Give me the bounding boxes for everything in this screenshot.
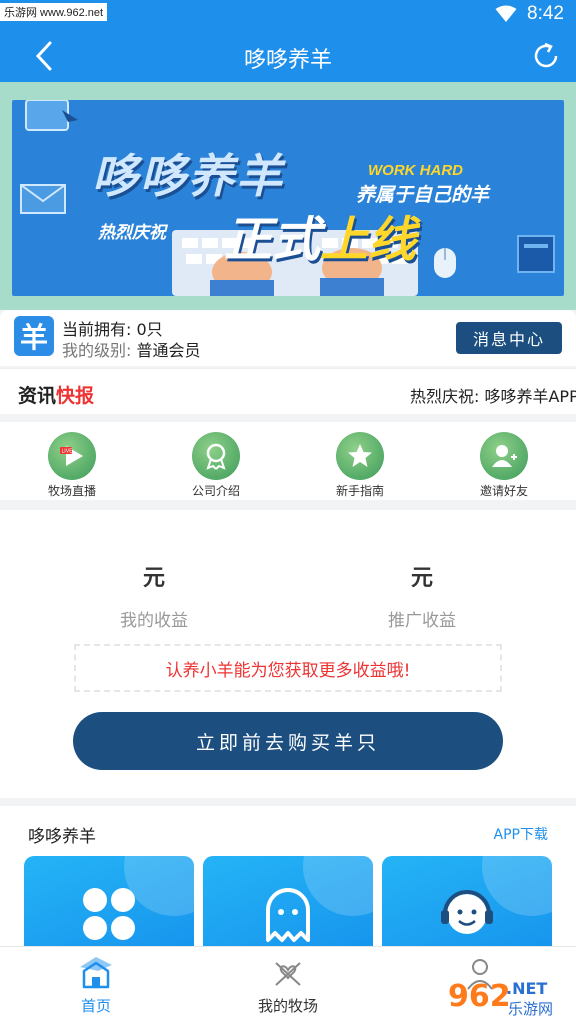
banner-online-b: 上线 bbox=[320, 212, 417, 268]
promo-banner[interactable]: 哆哆养羊 WORK HARD 养属于自己的羊 热烈庆祝 正式上线 bbox=[12, 100, 564, 296]
watermark-text: 乐游网 www.962.net bbox=[0, 3, 108, 21]
promo-earnings-label: 推广收益 bbox=[388, 611, 456, 631]
nav-my-ranch-label: 我的牧场 bbox=[257, 997, 318, 1015]
mouse-icon bbox=[434, 248, 456, 278]
nav-home-label: 首页 bbox=[80, 997, 111, 1015]
my-earnings: 元 我的收益 bbox=[54, 560, 254, 631]
quick-menu: LIVE 牧场直播 公司介绍 新手指南 邀请好友 bbox=[0, 422, 576, 500]
watermark-suffix: .NET bbox=[506, 979, 547, 998]
watermark-number: 962 bbox=[448, 979, 511, 1014]
news-label-b: 快报 bbox=[56, 385, 95, 407]
banner-online: 正式上线 bbox=[224, 200, 416, 270]
level-value: 普通会员 bbox=[136, 341, 201, 360]
nav-home[interactable]: 首页 bbox=[0, 947, 192, 1024]
status-right: 8:42 bbox=[495, 3, 564, 25]
quick-item-invite[interactable]: 邀请好友 bbox=[432, 422, 576, 500]
my-earnings-label: 我的收益 bbox=[120, 611, 188, 631]
level-line: 我的级别: 普通会员 bbox=[62, 337, 201, 361]
news-label: 资讯快报 bbox=[18, 381, 94, 408]
quick-label: 牧场直播 bbox=[47, 484, 96, 498]
headset-support-icon bbox=[441, 890, 493, 934]
sheep-logo-icon: 羊 bbox=[14, 316, 54, 356]
home-icon bbox=[80, 957, 112, 989]
watermark-cn: 乐游网 bbox=[508, 1000, 553, 1018]
quick-item-live[interactable]: LIVE 牧场直播 bbox=[0, 422, 144, 500]
refresh-button[interactable] bbox=[528, 38, 564, 74]
my-earnings-value: 元 bbox=[142, 566, 165, 591]
calendar-decor-icon bbox=[517, 235, 555, 273]
add-user-icon bbox=[480, 432, 528, 480]
app-download-link[interactable]: APP下载 bbox=[494, 824, 548, 844]
clock: 8:42 bbox=[527, 3, 564, 24]
banner-title: 哆哆养羊 bbox=[92, 149, 284, 203]
message-center-button[interactable]: 消息中心 bbox=[456, 322, 562, 354]
level-label: 我的级别: bbox=[62, 341, 132, 360]
star-icon bbox=[336, 432, 384, 480]
buy-sheep-button[interactable]: 立即前去购买羊只 bbox=[73, 712, 503, 770]
monitor-decor-icon bbox=[25, 100, 78, 131]
live-play-icon: LIVE bbox=[48, 432, 96, 480]
app-bar: 哆哆养羊 bbox=[0, 30, 576, 82]
promo-earnings-value: 元 bbox=[410, 566, 433, 591]
page-title: 哆哆养羊 bbox=[243, 48, 332, 73]
banner-celebrate: 热烈庆祝 bbox=[98, 223, 166, 243]
svg-text:LIVE: LIVE bbox=[62, 449, 73, 455]
quick-item-company[interactable]: 公司介绍 bbox=[144, 422, 288, 500]
promo-earnings: 元 推广收益 bbox=[322, 560, 522, 631]
news-label-a: 资讯 bbox=[18, 385, 57, 407]
watermark-logo: 962 .NET 乐游网 bbox=[448, 979, 553, 1018]
banner-online-a: 正式 bbox=[224, 212, 321, 268]
quick-label: 邀请好友 bbox=[479, 484, 528, 498]
news-ticker[interactable]: 热烈庆祝: 哆哆养羊APP bbox=[410, 383, 576, 407]
news-row[interactable]: 资讯快报 热烈庆祝: 哆哆养羊APP bbox=[0, 368, 576, 414]
ghost-icon bbox=[266, 888, 310, 942]
earnings-tip: 认养小羊能为您获取更多收益哦! bbox=[74, 644, 502, 692]
envelope-icon bbox=[20, 184, 66, 214]
quick-item-guide[interactable]: 新手指南 bbox=[288, 422, 432, 500]
quick-label: 公司介绍 bbox=[191, 484, 240, 498]
clover-grid-icon bbox=[83, 888, 135, 940]
quick-label: 新手指南 bbox=[335, 484, 384, 498]
wifi-icon bbox=[495, 5, 517, 22]
earnings-panel: 元 我的收益 元 推广收益 认养小羊能为您获取更多收益哦! 立即前去购买羊只 bbox=[0, 510, 576, 798]
status-bar: 乐游网 www.962.net 8:42 bbox=[0, 0, 576, 30]
refresh-icon bbox=[534, 42, 558, 68]
award-ribbon-icon bbox=[192, 432, 240, 480]
section-title: 哆哆养羊 bbox=[28, 827, 96, 847]
nav-my-ranch[interactable]: 我的牧场 bbox=[192, 947, 384, 1024]
ranch-icon bbox=[275, 962, 301, 986]
banner-area: 哆哆养羊 WORK HARD 养属于自己的羊 热烈庆祝 正式上线 bbox=[0, 82, 576, 310]
member-card: 羊 当前拥有: 0只 我的级别: 普通会员 消息中心 bbox=[0, 310, 576, 366]
banner-work-hard: WORK HARD bbox=[368, 162, 463, 179]
